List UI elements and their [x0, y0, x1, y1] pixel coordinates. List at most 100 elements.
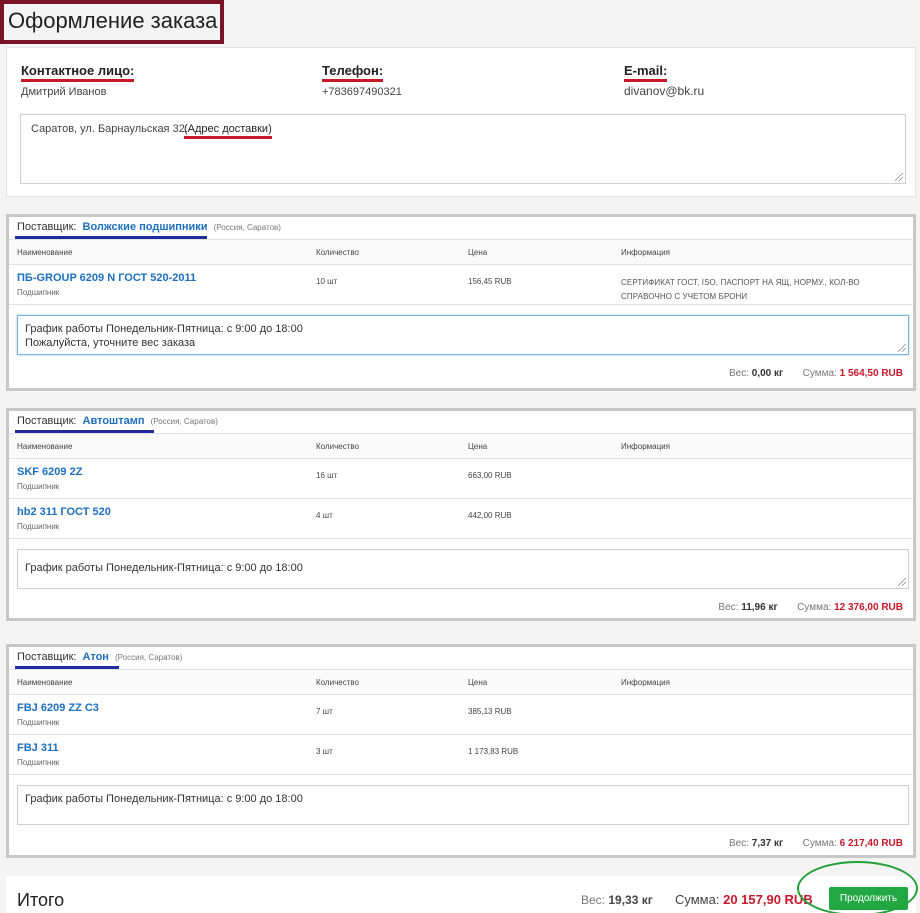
supplier-region: (Россия, Саратов) [115, 653, 183, 662]
col-name-header: Наименование [17, 678, 73, 687]
total-title: Итого [17, 890, 65, 910]
supplier-underline [15, 236, 207, 239]
page-title: Оформление заказа [8, 8, 218, 33]
col-qty-header: Количество [316, 678, 359, 687]
product-qty: 3 шт [316, 747, 333, 756]
product-name-link[interactable]: hb2 311 ГОСТ 520 [17, 506, 111, 518]
sum-value: 6 217,40 RUB [839, 838, 903, 849]
weight-label: Вес: [718, 602, 739, 613]
col-qty-header: Количество [316, 442, 359, 451]
email-block: E-mail: divanov@bk.ru [624, 62, 704, 98]
table-row: FBJ 311 Подшипник 3 шт 1 173,83 RUB [9, 735, 913, 775]
col-price-header: Цена [468, 248, 488, 257]
contact-person-block: Контактное лицо: Дмитрий Иванов [21, 62, 135, 98]
resize-handle-icon[interactable] [898, 578, 906, 586]
weight-label: Вес: [728, 368, 749, 379]
phone-label: Телефон: [322, 63, 384, 82]
order-total-bar: Итого Вес: 19,33 кг Сумма: 20 157,90 RUB… [6, 876, 916, 913]
supplier-block-3: Поставщик: Атон (Россия, Саратов) Наимен… [6, 644, 916, 858]
product-name-link[interactable]: FBJ 6209 ZZ C3 [17, 702, 99, 714]
product-price: 442,00 RUB [468, 511, 512, 520]
table-header: Наименование Количество Цена Информация [9, 434, 913, 459]
contact-person-label: Контактное лицо: [21, 63, 135, 82]
product-name-link[interactable]: ПБ-GROUP 6209 N ГОСТ 520-2011 [17, 272, 196, 284]
product-qty: 10 шт [316, 277, 338, 286]
supplier-name-link[interactable]: Волжские подшипники [83, 221, 208, 233]
weight-value: 0,00 кг [751, 368, 784, 379]
supplier-name-link[interactable]: Автоштамп [83, 415, 145, 427]
email-value: divanov@bk.ru [624, 84, 705, 98]
product-qty: 4 шт [316, 511, 333, 520]
sum-label: Сумма: [797, 602, 832, 613]
supplier-region: (Россия, Саратов) [150, 417, 218, 426]
supplier-label: Поставщик: [17, 221, 77, 233]
phone-block: Телефон: +783697490321 [322, 62, 402, 98]
total-sum: Сумма: 20 157,90 RUB [675, 892, 813, 907]
weight-label: Вес: [728, 838, 749, 849]
supplier-title: Поставщик: Волжские подшипники (Россия, … [9, 217, 913, 240]
comment-line: График работы Понедельник-Пятница: с 9:0… [25, 323, 303, 335]
col-name-header: Наименование [17, 248, 73, 257]
supplier-comment-field[interactable]: График работы Понедельник-Пятница: с 9:0… [17, 785, 909, 825]
weight-value: 7,37 кг [751, 838, 784, 849]
total-weight-value: 19,33 кг [608, 893, 653, 907]
supplier-block-1: Поставщик: Волжские подшипники (Россия, … [6, 214, 916, 391]
supplier-comment-field[interactable]: График работы Понедельник-Пятница: с 9:0… [17, 315, 909, 355]
comment-line: График работы Понедельник-Пятница: с 9:0… [25, 562, 303, 574]
supplier-underline [15, 666, 119, 669]
product-price: 663,00 RUB [468, 471, 512, 480]
sum-value: 1 564,50 RUB [839, 368, 903, 379]
resize-handle-icon[interactable] [898, 344, 906, 352]
table-header: Наименование Количество Цена Информация [9, 240, 913, 265]
comment-line: График работы Понедельник-Пятница: с 9:0… [25, 793, 303, 805]
supplier-label: Поставщик: [17, 415, 77, 427]
contact-card: Контактное лицо: Дмитрий Иванов Телефон:… [6, 47, 916, 197]
col-name-header: Наименование [17, 442, 73, 451]
table-header: Наименование Количество Цена Информация [9, 670, 913, 695]
table-row: hb2 311 ГОСТ 520 Подшипник 4 шт 442,00 R… [9, 499, 913, 539]
product-name-link[interactable]: FBJ 311 [17, 742, 59, 754]
product-name-link[interactable]: SKF 6209 2Z [17, 466, 82, 478]
product-qty: 16 шт [316, 471, 338, 480]
address-field[interactable]: Саратов, ул. Барнаульская 32. (Адрес дос… [20, 114, 906, 184]
product-price: 1 173,83 RUB [468, 747, 519, 756]
product-qty: 7 шт [316, 707, 333, 716]
comment-line: Пожалуйста, уточните вес заказа [25, 337, 196, 349]
col-info-header: Информация [621, 248, 670, 257]
supplier-title: Поставщик: Атон (Россия, Саратов) [9, 647, 913, 670]
col-info-header: Информация [621, 678, 670, 687]
supplier-label: Поставщик: [17, 651, 77, 663]
total-weight-label: Вес: [581, 893, 606, 907]
product-price: 156,45 RUB [468, 277, 512, 286]
total-sum-label: Сумма: [675, 892, 720, 907]
supplier-region: (Россия, Саратов) [213, 223, 281, 232]
col-qty-header: Количество [316, 248, 359, 257]
sum-label: Сумма: [802, 368, 837, 379]
highlight-circle [797, 861, 918, 913]
supplier-comment-field[interactable]: График работы Понедельник-Пятница: с 9:0… [17, 549, 909, 589]
total-weight: Вес: 19,33 кг [581, 893, 653, 907]
address-value: Саратов, ул. Барнаульская 32. [31, 123, 188, 135]
sum-value: 12 376,00 RUB [834, 602, 903, 613]
contact-person-value: Дмитрий Иванов [21, 86, 107, 98]
product-type: Подшипник [17, 288, 60, 297]
product-type: Подшипник [17, 522, 60, 531]
resize-handle-icon[interactable] [895, 173, 903, 181]
supplier-total: Вес: 11,96 кг Сумма: 12 376,00 RUB [718, 602, 903, 613]
supplier-total: Вес: 0,00 кг Сумма: 1 564,50 RUB [729, 368, 903, 379]
product-type: Подшипник [17, 718, 60, 727]
table-row: ПБ-GROUP 6209 N ГОСТ 520-2011 Подшипник … [9, 265, 913, 305]
supplier-block-2: Поставщик: Автоштамп (Россия, Саратов) Н… [6, 408, 916, 621]
product-price: 385,13 RUB [468, 707, 512, 716]
page-header: Оформление заказа [0, 0, 224, 44]
weight-value: 11,96 кг [741, 602, 778, 613]
col-price-header: Цена [468, 442, 488, 451]
col-info-header: Информация [621, 442, 670, 451]
sum-label: Сумма: [802, 838, 837, 849]
phone-value: +783697490321 [322, 86, 402, 98]
product-type: Подшипник [17, 482, 60, 491]
supplier-name-link[interactable]: Атон [83, 651, 109, 663]
supplier-underline [15, 430, 154, 433]
product-info: СЕРТИФИКАТ ГОСТ, ISO, ПАСПОРТ НА ЯЩ, НОР… [621, 278, 860, 301]
supplier-title: Поставщик: Автоштамп (Россия, Саратов) [9, 411, 913, 434]
